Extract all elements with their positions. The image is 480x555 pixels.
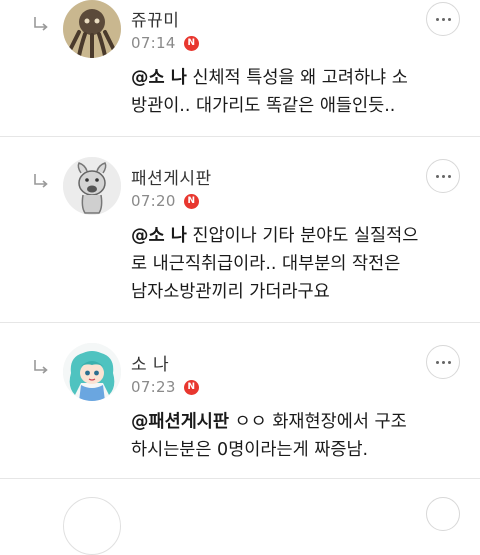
comment-text: 방관이.. 대가리도 똑같은 애들인듯.. [131, 96, 396, 116]
comment-time: 07:20 [131, 192, 176, 210]
avatar[interactable] [63, 497, 121, 555]
avatar[interactable] [63, 343, 121, 401]
dot-icon [441, 174, 445, 178]
comment-username[interactable]: 쥬뀨미 [131, 6, 179, 31]
comment-item: 패션게시판 07:20 N @소 나 진압이나 기타 분야도 실질적으 로 내근… [0, 137, 480, 322]
more-options-button[interactable] [426, 2, 460, 36]
reply-arrow-icon [34, 174, 48, 188]
divider [0, 478, 480, 479]
dot-icon [435, 174, 439, 178]
dot-icon [447, 360, 451, 364]
reply-arrow-icon [34, 360, 48, 374]
more-options-button[interactable] [426, 345, 460, 379]
anime-girl-avatar-icon [63, 343, 121, 401]
dot-icon [441, 17, 445, 21]
new-badge: N [183, 379, 199, 395]
comment-item: 쥬뀨미 07:14 N @소 나 신체적 특성을 왜 고려하냐 소 방관이.. … [0, 0, 480, 136]
mention-link[interactable]: @패션게시판 [131, 412, 229, 432]
dot-icon [441, 360, 445, 364]
comment-meta: 07:20 N [131, 192, 199, 210]
new-badge: N [183, 193, 199, 209]
comment-text: 로 내근직취급이라.. 대부분의 작전은 [131, 254, 401, 274]
octopus-avatar-icon [63, 0, 121, 58]
comment-text: ㅇㅇ 화재현장에서 구조 [229, 412, 407, 432]
comment-text: 남자소방관끼리 가더라구요 [131, 282, 330, 302]
comment-text: 진압이나 기타 분야도 실질적으 [186, 226, 419, 246]
dot-icon [435, 17, 439, 21]
comment-username[interactable]: 소 나 [131, 350, 169, 375]
mention-link[interactable]: @소 나 [131, 226, 187, 246]
comment-meta: 07:23 N [131, 378, 199, 396]
avatar[interactable] [63, 157, 121, 215]
comment-time: 07:23 [131, 378, 176, 396]
comment-username[interactable]: 패션게시판 [131, 164, 212, 189]
comment-item: 소 나 07:23 N @패션게시판 ㅇㅇ 화재현장에서 구조 하시는분은 0명… [0, 323, 480, 478]
comment-body: @패션게시판 ㅇㅇ 화재현장에서 구조 하시는분은 0명이라는게 짜증남. [131, 408, 466, 464]
dot-icon [447, 17, 451, 21]
more-options-button[interactable] [426, 159, 460, 193]
dot-icon [435, 360, 439, 364]
comment-text: 하시는분은 0명이라는게 짜증남. [131, 440, 369, 460]
comment-meta: 07:14 N [131, 34, 199, 52]
mention-link[interactable]: @소 나 [131, 68, 187, 88]
dog-sketch-avatar-icon [63, 157, 121, 215]
reply-arrow-icon [34, 17, 48, 31]
more-options-button[interactable] [426, 497, 460, 531]
comment-time: 07:14 [131, 34, 176, 52]
comment-body: @소 나 진압이나 기타 분야도 실질적으 로 내근직취급이라.. 대부분의 작… [131, 222, 466, 306]
new-badge: N [183, 35, 199, 51]
comment-text: 신체적 특성을 왜 고려하냐 소 [186, 68, 408, 88]
avatar[interactable] [63, 0, 121, 58]
dot-icon [447, 174, 451, 178]
comment-body: @소 나 신체적 특성을 왜 고려하냐 소 방관이.. 대가리도 똑같은 애들인… [131, 64, 466, 120]
